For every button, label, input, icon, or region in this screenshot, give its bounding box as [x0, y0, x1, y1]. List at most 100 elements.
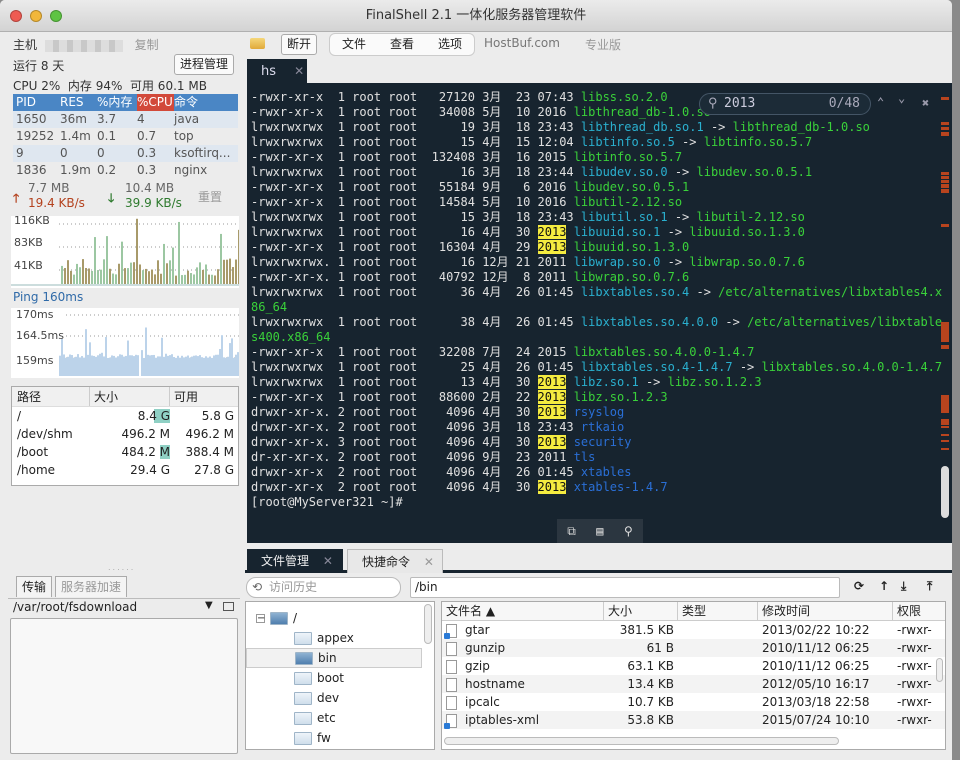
- col-command[interactable]: 命令: [174, 94, 238, 111]
- terminal-text: lrwxrwxrwx 1 root root 15 4月 15 12:04: [251, 135, 581, 149]
- terminal-line: lrwxrwxrwx. 1 root root 16 12月 21 2011 l…: [247, 255, 952, 270]
- disk-row[interactable]: / 8.4 G 5.8 G: [12, 407, 238, 425]
- menu-file[interactable]: 文件: [342, 34, 366, 55]
- process-manager-button[interactable]: 进程管理: [174, 54, 235, 75]
- col-res[interactable]: RES: [60, 94, 97, 111]
- tab-server-accel[interactable]: 服务器加速: [55, 576, 128, 597]
- folder-icon[interactable]: [223, 602, 234, 611]
- process-row[interactable]: 1836 1.9m 0.2 0.3 nginx: [13, 162, 238, 179]
- file-row[interactable]: gtar 381.5 KB 2013/02/22 10:22 -rwxr-: [442, 621, 945, 639]
- col-filename[interactable]: 文件名 ▲: [442, 602, 604, 620]
- search-next-icon[interactable]: ⌄: [898, 91, 905, 105]
- col-path[interactable]: 路径: [12, 387, 90, 406]
- file-row[interactable]: iptables-xml 53.8 KB 2015/07/24 10:10 -rwxr…: [442, 711, 945, 729]
- refresh-icon[interactable]: ⟳: [854, 579, 864, 593]
- terminal-scrollbar[interactable]: [941, 466, 949, 518]
- col-pid[interactable]: PID: [13, 94, 60, 111]
- file-row[interactable]: gzip 63.1 KB 2010/11/12 06:25 -rwxr-: [442, 657, 945, 675]
- file-name-cell: ipcalc: [442, 693, 604, 711]
- disk-free: 388.4 M: [185, 445, 234, 459]
- divider: [8, 598, 240, 599]
- col-cpu[interactable]: %CPU: [137, 94, 174, 111]
- file-row[interactable]: hostname 13.4 KB 2012/05/10 16:17 -rwxr-: [442, 675, 945, 693]
- process-row[interactable]: 9 0 0 0.3 ksoftirq...: [13, 145, 238, 162]
- terminal[interactable]: -rwxr-xr-x 1 root root 27120 3月 23 07:43…: [247, 83, 952, 543]
- copy-icon[interactable]: ⧉: [567, 524, 576, 539]
- splitter-handle[interactable]: ......: [108, 563, 135, 572]
- close-tab-icon[interactable]: ✕: [424, 555, 434, 569]
- copy-host-link[interactable]: 复制: [135, 38, 159, 52]
- find-icon[interactable]: ⚲: [624, 524, 633, 538]
- site-link[interactable]: HostBuf.com: [484, 36, 560, 50]
- net-bar: [115, 274, 117, 284]
- col-perm[interactable]: 权限: [893, 602, 945, 620]
- tree-node[interactable]: appex: [294, 628, 354, 648]
- tree-node[interactable]: dev: [294, 688, 339, 708]
- search-close-icon[interactable]: ✖: [922, 96, 929, 110]
- disk-free: 5.8 G: [201, 409, 234, 423]
- file-row[interactable]: gunzip 61 B 2010/11/12 06:25 -rwxr-: [442, 639, 945, 657]
- tree-node[interactable]: fw: [294, 728, 331, 748]
- tab-file-manager[interactable]: 文件管理 ✕: [247, 549, 343, 573]
- close-tab-icon[interactable]: ✕: [323, 554, 333, 568]
- terminal-search-box[interactable]: ⚲ 2013 0/48: [699, 93, 871, 115]
- tree-node[interactable]: etc: [294, 708, 336, 728]
- col-mem[interactable]: %内存: [97, 94, 137, 111]
- menu-view[interactable]: 查看: [390, 34, 414, 55]
- file-list-hscrollbar[interactable]: [444, 737, 839, 745]
- collapse-icon[interactable]: −: [256, 613, 265, 623]
- download-icon[interactable]: ⤓: [901, 579, 906, 594]
- zoom-window-button[interactable]: [50, 10, 62, 22]
- col-size[interactable]: 大小: [90, 387, 170, 406]
- close-window-button[interactable]: [10, 10, 22, 22]
- history-input[interactable]: ⟲ 访问历史: [246, 577, 401, 598]
- disk-row[interactable]: /home 29.4 G 27.8 G: [12, 461, 238, 479]
- net-bar: [145, 268, 147, 284]
- col-type[interactable]: 类型: [678, 602, 758, 620]
- search-query[interactable]: 2013: [724, 94, 755, 114]
- search-match: 2013: [537, 240, 567, 254]
- tree-node[interactable]: bin: [246, 648, 422, 668]
- upload-icon[interactable]: ⤒: [927, 579, 932, 594]
- session-tab-hs[interactable]: hs ✕: [247, 59, 307, 83]
- net-bar: [109, 268, 111, 284]
- net-bar: [88, 268, 90, 284]
- menu-options[interactable]: 选项: [438, 34, 462, 55]
- tree-scrollbar[interactable]: [424, 604, 432, 644]
- tree-node[interactable]: boot: [294, 668, 344, 688]
- paste-icon[interactable]: ▤: [596, 524, 603, 538]
- col-free[interactable]: 可用: [170, 387, 238, 406]
- ping-bar: [163, 356, 165, 376]
- process-row[interactable]: 19252 1.4m 0.1 0.7 top: [13, 128, 238, 145]
- disk-row[interactable]: /dev/shm 496.2 M 496.2 M: [12, 425, 238, 443]
- open-folder-icon[interactable]: [250, 38, 265, 49]
- edition-link[interactable]: 专业版: [585, 36, 621, 53]
- col-filesize[interactable]: 大小: [604, 602, 678, 620]
- disconnect-button[interactable]: 断开: [281, 34, 318, 55]
- terminal-text: xtables-1.4.7: [573, 480, 668, 494]
- disk-row[interactable]: /boot 484.2 M 388.4 M: [12, 443, 238, 461]
- ping-bar: [113, 355, 115, 376]
- tab-quick-commands[interactable]: 快捷命令 ✕: [347, 549, 443, 573]
- file-list-vscrollbar[interactable]: [936, 658, 943, 682]
- process-cell: ksoftirq...: [174, 146, 231, 160]
- file-toolbar: ⟲ 访问历史 /bin ⟳ ↑ ⤓ ⤒: [245, 575, 952, 601]
- close-tab-icon[interactable]: ✕: [294, 64, 304, 78]
- dropdown-icon[interactable]: ▼: [205, 600, 213, 611]
- file-row[interactable]: ipcalc 10.7 KB 2013/03/18 22:58 -rwxr-: [442, 693, 945, 711]
- reset-network-button[interactable]: 重置: [198, 188, 222, 205]
- minimize-window-button[interactable]: [30, 10, 42, 22]
- terminal-text: ->: [703, 120, 733, 134]
- process-row[interactable]: 1650 36m 3.7 4 java: [13, 111, 238, 128]
- parent-dir-icon[interactable]: ↑: [879, 579, 889, 593]
- tab-transfer[interactable]: 传输: [16, 576, 53, 597]
- search-prev-icon[interactable]: ⌃: [877, 95, 884, 109]
- ping-bar: [137, 355, 139, 376]
- tree-node[interactable]: − /: [256, 608, 297, 628]
- file-name-cell: gzip: [442, 657, 604, 675]
- ping-bar: [87, 354, 89, 376]
- path-input[interactable]: /bin: [410, 577, 840, 598]
- col-mtime[interactable]: 修改时间: [758, 602, 893, 620]
